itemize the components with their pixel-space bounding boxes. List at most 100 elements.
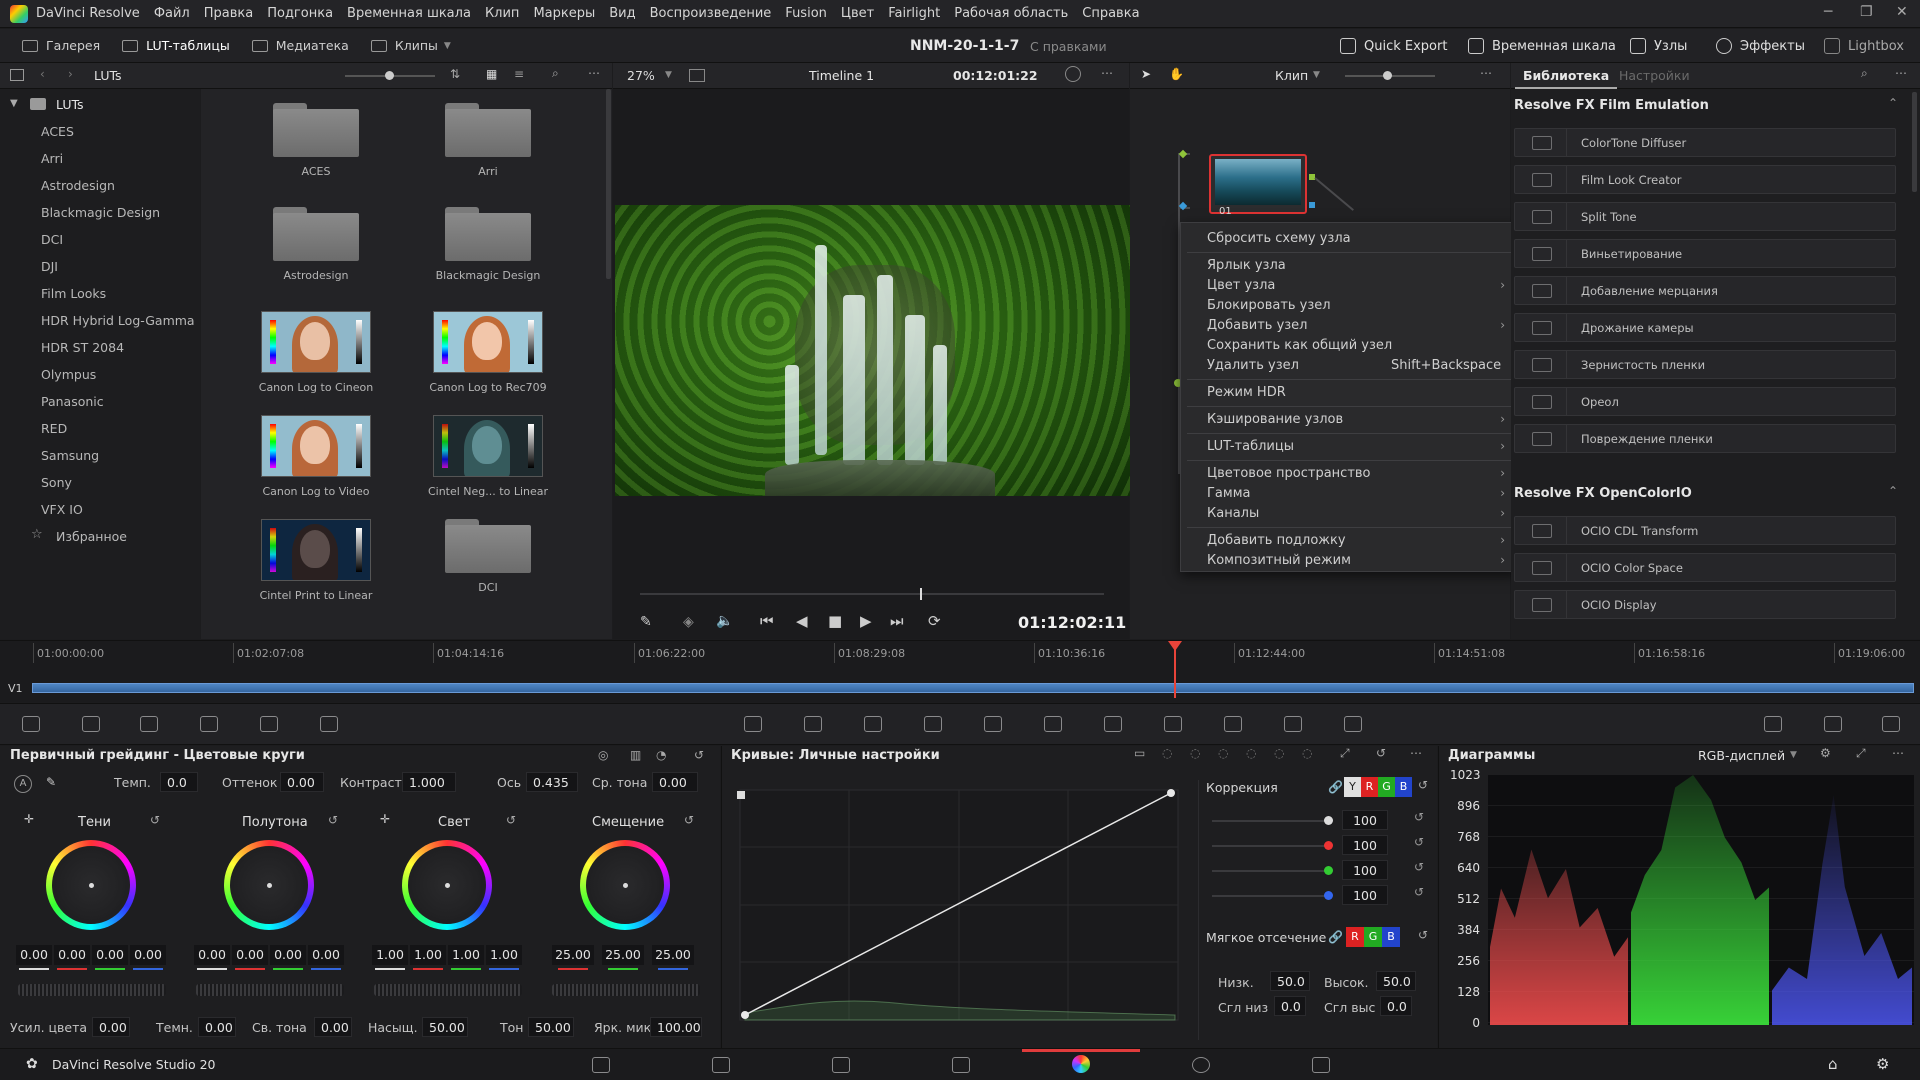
bars-mode-icon[interactable]: ▥	[630, 748, 641, 762]
high-soft-value[interactable]: 0.0	[1380, 996, 1412, 1016]
low-value[interactable]: 50.0	[1270, 971, 1310, 991]
sat-vs-sat-icon[interactable]: ◌	[1274, 746, 1284, 760]
highlights-y[interactable]: 1.00	[372, 945, 408, 965]
fx-ocio-cdl[interactable]: OCIO CDL Transform	[1514, 516, 1896, 545]
scopes-icon[interactable]	[1820, 713, 1846, 735]
lut-canon-video[interactable]: Canon Log to Video	[241, 415, 391, 498]
clips-button[interactable]: Клипы ▼	[370, 38, 451, 53]
midtones-r[interactable]: 0.00	[232, 945, 268, 965]
lut-folder-aces[interactable]: ACES	[241, 103, 391, 178]
volume-icon[interactable]: 🔈	[716, 613, 733, 629]
more-icon[interactable]: ⋯	[1895, 66, 1907, 80]
menu-playback[interactable]: Воспроизведение	[650, 6, 772, 21]
hue-vs-hue-icon[interactable]: ◌	[1162, 746, 1172, 760]
highlights-b[interactable]: 1.00	[486, 945, 522, 965]
skip-end-icon[interactable]: ⏭	[890, 612, 904, 630]
ctx-hdr-mode[interactable]: Режим HDR	[1207, 385, 1286, 400]
temp-value[interactable]: 0.0	[160, 772, 198, 792]
ctx-lock-node[interactable]: Блокировать узел	[1207, 298, 1331, 313]
gain-slider-g[interactable]	[1212, 866, 1333, 875]
hdr-wheels-icon[interactable]	[196, 713, 222, 735]
motion-effects-icon[interactable]	[316, 713, 342, 735]
node-zoom-slider[interactable]	[1345, 71, 1435, 80]
list-view-icon[interactable]: ≡	[514, 67, 524, 81]
lut-cintel-print[interactable]: Cintel Print to Linear	[241, 519, 391, 602]
tree-item-astrodesign[interactable]: Astrodesign	[41, 178, 115, 193]
quick-export-button[interactable]: Quick Export	[1340, 29, 1447, 63]
library-scrollbar[interactable]	[1912, 92, 1917, 192]
tab-settings[interactable]: Настройки	[1619, 68, 1690, 83]
color-wheel-highlights[interactable]	[402, 840, 492, 930]
grid-view-icon[interactable]: ▦	[486, 67, 497, 81]
reset-icon[interactable]: ↺	[1414, 885, 1424, 899]
keyframes-icon[interactable]	[1760, 713, 1786, 735]
sidebar-toggle-icon[interactable]	[10, 69, 24, 81]
primaries-icon[interactable]	[136, 713, 162, 735]
scope-mode-select[interactable]: RGB-дисплей	[1698, 748, 1785, 763]
fx-ocio-color-space[interactable]: OCIO Color Space	[1514, 553, 1896, 582]
reset-icon[interactable]: ↺	[1414, 860, 1424, 874]
ctx-composite-mode[interactable]: Композитный режим	[1207, 553, 1351, 568]
cut-page-icon[interactable]	[712, 1057, 730, 1073]
fx-film-look-creator[interactable]: Film Look Creator	[1514, 165, 1896, 194]
camera-raw-icon[interactable]	[18, 713, 44, 735]
back-icon[interactable]: ‹	[40, 67, 45, 81]
eyedropper-icon[interactable]: ✎	[640, 614, 652, 630]
hue-value[interactable]: 50.00	[528, 1017, 574, 1037]
offset-b[interactable]: 25.00	[652, 945, 694, 965]
reset-icon[interactable]: ↺	[1414, 835, 1424, 849]
minimize-icon[interactable]: ─	[1824, 4, 1832, 20]
tree-item-blackmagic[interactable]: Blackmagic Design	[41, 205, 160, 220]
hand-icon[interactable]: ✋	[1169, 67, 1184, 81]
more-icon[interactable]: ⋯	[1480, 66, 1492, 80]
color-match-icon[interactable]	[78, 713, 104, 735]
gain-g[interactable]: 100	[1342, 860, 1388, 880]
skip-start-icon[interactable]: ⏮	[760, 612, 774, 630]
gain-slider-r[interactable]	[1212, 841, 1333, 850]
fx-colortone-diffuser[interactable]: ColorTone Diffuser	[1514, 128, 1896, 157]
tree-item-hlg[interactable]: HDR Hybrid Log-Gamma	[41, 313, 195, 328]
gain-slider-y[interactable]	[1212, 816, 1333, 825]
lut-folder-astrodesign[interactable]: Astrodesign	[241, 207, 391, 282]
playhead-line[interactable]	[1174, 648, 1176, 698]
node-mode-select[interactable]: Клип	[1275, 68, 1308, 83]
ctx-node-label[interactable]: Ярлык узла	[1207, 258, 1286, 273]
ctx-gamma[interactable]: Гамма	[1207, 486, 1250, 501]
soft-clip-b[interactable]: B	[1382, 927, 1400, 947]
ctx-channels[interactable]: Каналы	[1207, 506, 1259, 521]
lut-folder-dci[interactable]: DCI	[413, 519, 563, 594]
expand-icon[interactable]: ⤢	[1340, 746, 1350, 761]
zoom-select[interactable]: 27%	[627, 68, 655, 83]
link-icon[interactable]: 🔗	[1328, 780, 1343, 794]
fusion-page-icon[interactable]	[952, 1057, 970, 1073]
search-icon[interactable]: ⌕	[1861, 66, 1868, 81]
reset-icon[interactable]: ↺	[684, 813, 694, 827]
curve-graph[interactable]	[735, 785, 1185, 1025]
expand-icon[interactable]: ⤢	[1856, 746, 1866, 761]
lut-cintel-neg[interactable]: Cintel Neg... to Linear	[413, 415, 563, 498]
high-value[interactable]: 50.0	[1376, 971, 1416, 991]
media-page-icon[interactable]	[592, 1057, 610, 1073]
shadows-param-value[interactable]: 0.00	[198, 1017, 236, 1037]
fx-ocio-display[interactable]: OCIO Display	[1514, 590, 1896, 619]
sizing-icon[interactable]	[1220, 713, 1246, 735]
info-icon[interactable]	[1878, 713, 1904, 735]
tree-item-olympus[interactable]: Olympus	[41, 367, 96, 382]
reset-icon[interactable]: ↺	[506, 813, 516, 827]
node-output-dot[interactable]	[1309, 202, 1315, 208]
search-icon[interactable]: ⌕	[552, 66, 559, 81]
reset-icon[interactable]: ↺	[1418, 928, 1428, 942]
crosshair-icon[interactable]: ✛	[380, 812, 390, 826]
thumb-size-slider[interactable]	[345, 71, 435, 80]
ctx-save-shared-node[interactable]: Сохранить как общий узел	[1207, 338, 1392, 353]
menu-trim[interactable]: Подгонка	[267, 6, 333, 21]
tracker-icon[interactable]	[980, 713, 1006, 735]
lum-mix-value[interactable]: 100.00	[650, 1017, 702, 1037]
reset-icon[interactable]: ↺	[328, 813, 338, 827]
menu-fusion[interactable]: Fusion	[785, 6, 827, 21]
fx-group-opencolorio[interactable]: Resolve FX OpenColorIO	[1514, 486, 1692, 501]
more-icon[interactable]: ⋯	[588, 66, 600, 80]
channel-r[interactable]: R	[1361, 777, 1378, 797]
menu-color[interactable]: Цвет	[841, 6, 874, 21]
fx-camera-shake[interactable]: Дрожание камеры	[1514, 313, 1896, 342]
